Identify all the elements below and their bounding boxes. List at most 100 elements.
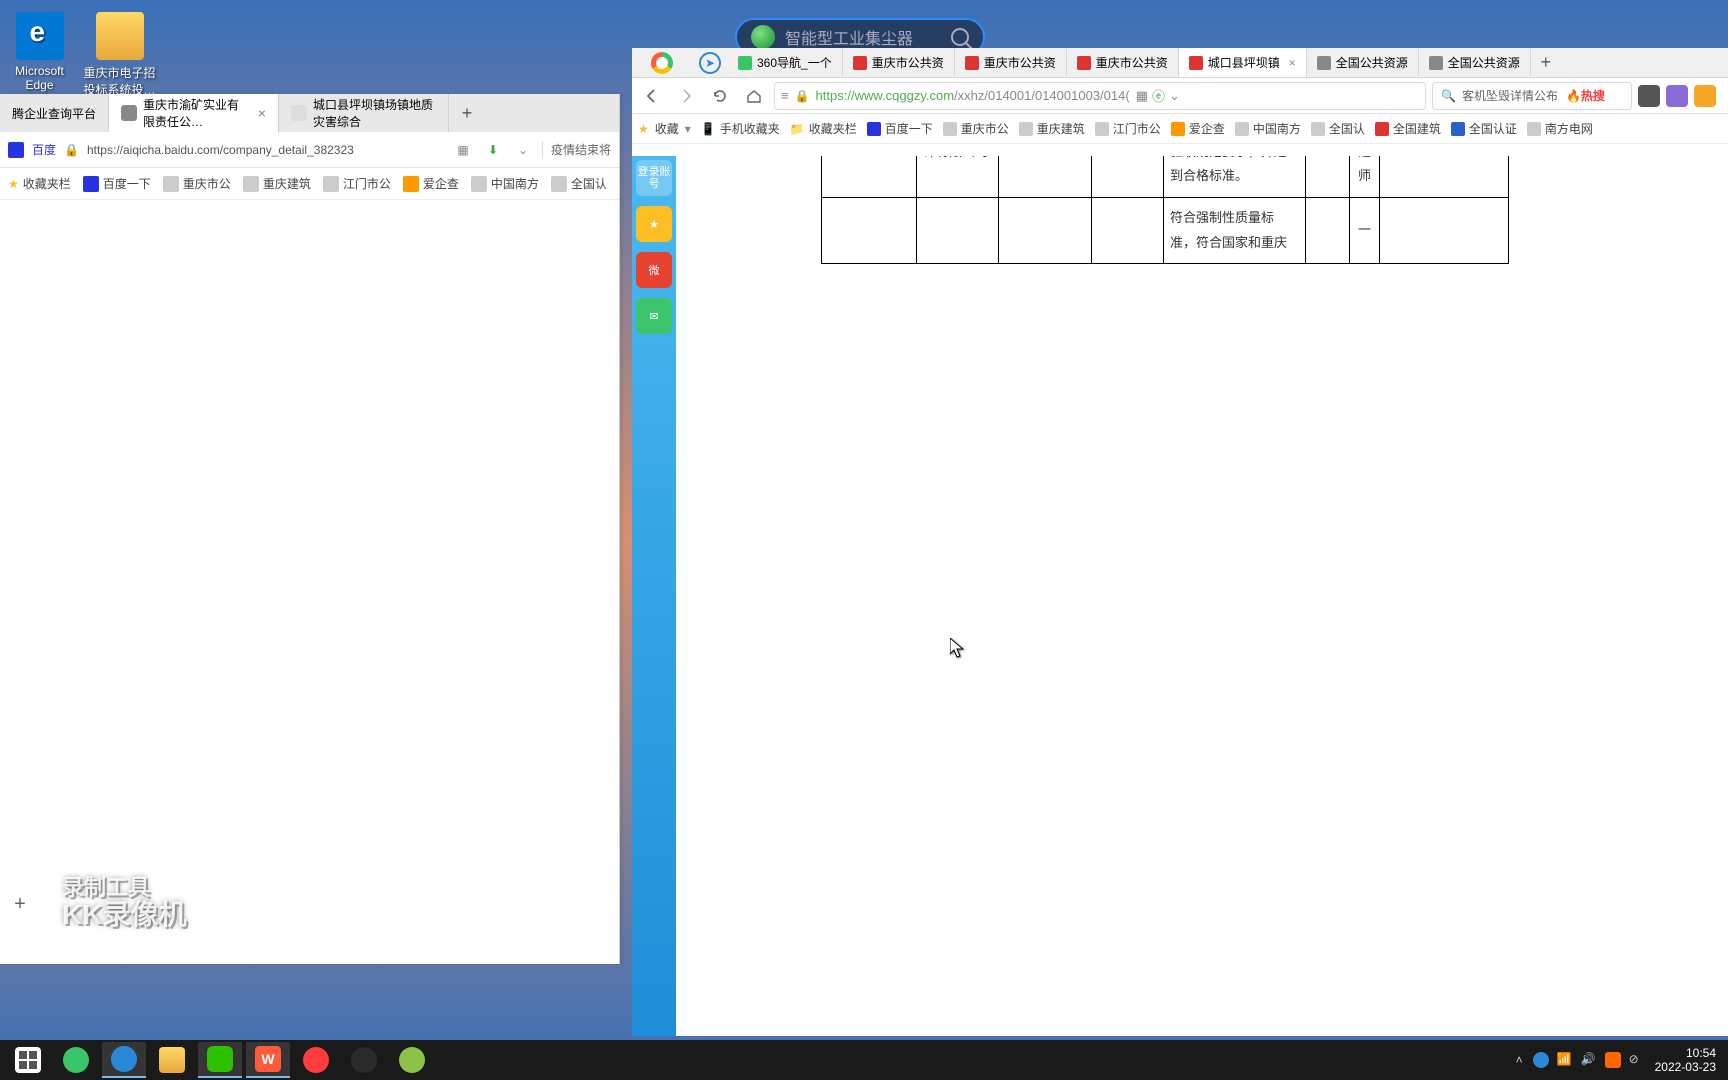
edge-tab-active[interactable]: 重庆市渝矿实业有限责任公… × bbox=[109, 94, 279, 132]
browser-tab[interactable]: 全国公共资源 bbox=[1419, 48, 1531, 77]
cell-manager: 隆波 bbox=[1306, 156, 1350, 197]
browser360-logo[interactable] bbox=[632, 48, 692, 77]
bookmark-item[interactable]: 全国认 bbox=[551, 175, 607, 192]
taskbar-app[interactable] bbox=[342, 1042, 386, 1078]
hot-search-badge[interactable]: 🔥热搜 bbox=[1566, 87, 1605, 104]
favicon-icon bbox=[1375, 122, 1389, 136]
browser-tab-active[interactable]: 城口县坪坝镇× bbox=[1179, 48, 1307, 77]
favicon-icon bbox=[1171, 122, 1185, 136]
bookmark-item[interactable]: 爱企查 bbox=[403, 175, 459, 192]
sidebar-mail[interactable]: ✉ bbox=[636, 298, 672, 334]
sidebar-login[interactable]: 登录账号 bbox=[636, 160, 672, 196]
shield-icon[interactable] bbox=[1694, 85, 1716, 107]
page-content[interactable]: 第一名 重庆市基础工程有限公司 10248960.48 300日历天 制性质量标… bbox=[676, 156, 1728, 1036]
start-button[interactable] bbox=[6, 1042, 50, 1078]
browser-tab[interactable]: 重庆市公共资 bbox=[1067, 48, 1179, 77]
bookmark-item[interactable]: 江门市公 bbox=[323, 175, 391, 192]
close-icon[interactable]: × bbox=[1289, 56, 1296, 70]
close-icon[interactable]: × bbox=[258, 105, 266, 121]
browser360-tabstrip: ➤ 360导航_一个 重庆市公共资 重庆市公共资 重庆市公共资 城口县坪坝镇× … bbox=[632, 48, 1728, 78]
chevron-down-icon[interactable]: ⌄ bbox=[1169, 88, 1180, 104]
cell-rank bbox=[822, 197, 917, 263]
bookmark-item[interactable]: 📱手机收藏夹 bbox=[701, 120, 780, 137]
edge-tab[interactable]: 城口县坪坝镇场镇地质灾害综合 bbox=[279, 94, 449, 132]
tray-icon[interactable] bbox=[1605, 1052, 1621, 1068]
tray-icon[interactable] bbox=[1533, 1052, 1549, 1068]
back-button[interactable] bbox=[638, 82, 666, 110]
taskbar-app[interactable] bbox=[294, 1042, 338, 1078]
bookmark-label: 江门市公 bbox=[343, 175, 391, 192]
bookmark-item[interactable]: ★收藏夹栏 bbox=[8, 175, 71, 192]
browser-tab[interactable]: 重庆市公共资 bbox=[843, 48, 955, 77]
bookmark-item[interactable]: 南方电网 bbox=[1527, 120, 1593, 137]
bookmark-item[interactable]: 重庆建筑 bbox=[243, 175, 311, 192]
cell-company bbox=[917, 197, 999, 263]
home-button[interactable] bbox=[740, 82, 768, 110]
bookmark-item[interactable]: 爱企查 bbox=[1171, 120, 1225, 137]
bookmark-item[interactable]: 全国认证 bbox=[1451, 120, 1517, 137]
tab-title: 城口县坪坝镇场镇地质灾害综合 bbox=[313, 96, 436, 130]
extension-icon[interactable]: ⬇ bbox=[482, 139, 504, 161]
favicon-icon bbox=[1429, 56, 1443, 70]
translate-icon[interactable] bbox=[1666, 85, 1688, 107]
favicon-icon bbox=[323, 176, 339, 192]
chevron-down-icon[interactable]: ⌄ bbox=[512, 139, 534, 161]
side-panel-label[interactable]: 疫情结束将 bbox=[551, 141, 611, 158]
new-tab-button[interactable]: + bbox=[1531, 48, 1561, 77]
bookmark-item[interactable]: 百度一下 bbox=[83, 175, 151, 192]
bookmark-item[interactable]: 中国南方 bbox=[1235, 120, 1301, 137]
qr-icon[interactable]: ▦ bbox=[452, 139, 474, 161]
bookmark-item[interactable]: 中国南方 bbox=[471, 175, 539, 192]
speed-icon[interactable]: ⓔ bbox=[1152, 86, 1165, 105]
bookmark-item[interactable]: 全国建筑 bbox=[1375, 120, 1441, 137]
bookmark-item[interactable]: 重庆市公 bbox=[163, 175, 231, 192]
bookmark-item[interactable]: 江门市公 bbox=[1095, 120, 1161, 137]
edge-address-bar: 百度 🔒 https://aiqicha.baidu.com/company_d… bbox=[0, 132, 619, 168]
edge-tab[interactable]: 腾企业查询平台 bbox=[0, 94, 109, 132]
sidebar-weibo[interactable]: 微 bbox=[636, 252, 672, 288]
bookmark-item[interactable]: 📁收藏夹栏 bbox=[790, 120, 857, 137]
volume-icon[interactable]: 🔊 bbox=[1581, 1052, 1597, 1068]
explorer-icon bbox=[159, 1047, 185, 1073]
cell-level: 一级建造师 bbox=[1350, 156, 1380, 197]
browser-tab[interactable]: 重庆市公共资 bbox=[955, 48, 1067, 77]
bookmark-item[interactable]: 重庆市公 bbox=[943, 120, 1009, 137]
tray-expand-icon[interactable]: ˄ bbox=[1516, 1053, 1523, 1067]
reload-button[interactable] bbox=[706, 82, 734, 110]
app-icon bbox=[303, 1047, 329, 1073]
browser-tab[interactable]: 360导航_一个 bbox=[728, 48, 843, 77]
favicon-icon bbox=[1235, 122, 1249, 136]
vertical-add-button[interactable]: + bbox=[8, 892, 32, 916]
desktop-icon-folder[interactable]: 重庆市电子招投标系统投… bbox=[82, 12, 157, 98]
bookmark-fav[interactable]: ★收藏▾ bbox=[638, 120, 691, 137]
taskbar-app-ie[interactable] bbox=[102, 1042, 146, 1078]
forward-button[interactable] bbox=[672, 82, 700, 110]
bookmark-label: 全国建筑 bbox=[1393, 120, 1441, 137]
taskbar: W ˄ 📶 🔊 ⊘ 10:54 2022-03-23 bbox=[0, 1040, 1728, 1080]
taskbar-app-wechat[interactable] bbox=[198, 1042, 242, 1078]
search-box[interactable]: 🔍 客机坠毁详情公布 🔥热搜 bbox=[1432, 82, 1632, 110]
favicon-icon bbox=[1019, 122, 1033, 136]
browser-tab[interactable]: 全国公共资源 bbox=[1307, 48, 1419, 77]
desktop-icon-edge[interactable]: Microsoft Edge bbox=[2, 12, 77, 92]
url-text[interactable]: https://aiqicha.baidu.com/company_detail… bbox=[87, 143, 444, 157]
bookmark-item[interactable]: 百度一下 bbox=[867, 120, 933, 137]
taskbar-app-wps[interactable]: W bbox=[246, 1042, 290, 1078]
ie-icon bbox=[111, 1046, 137, 1072]
block-icon[interactable]: ⊘ bbox=[1629, 1052, 1645, 1068]
scissors-icon[interactable] bbox=[1638, 85, 1660, 107]
sidebar-favorites[interactable]: ★ bbox=[636, 206, 672, 242]
mail-icon: ✉ bbox=[649, 310, 658, 323]
bookmark-item[interactable]: 重庆建筑 bbox=[1019, 120, 1085, 137]
taskbar-app[interactable] bbox=[54, 1042, 98, 1078]
taskbar-app-explorer[interactable] bbox=[150, 1042, 194, 1078]
wifi-icon[interactable]: 📶 bbox=[1557, 1052, 1573, 1068]
bookmark-item[interactable]: 全国认 bbox=[1311, 120, 1365, 137]
address-bar[interactable]: ≡ 🔒 https://www.cqggzy.com/xxhz/014001/0… bbox=[774, 82, 1426, 110]
nav-compass[interactable]: ➤ bbox=[692, 48, 728, 77]
bookmark-label: 收藏 bbox=[655, 120, 679, 137]
taskbar-clock[interactable]: 10:54 2022-03-23 bbox=[1655, 1046, 1722, 1075]
qr-icon[interactable]: ▦ bbox=[1136, 88, 1148, 104]
new-tab-button[interactable]: + bbox=[449, 94, 485, 132]
taskbar-app[interactable] bbox=[390, 1042, 434, 1078]
